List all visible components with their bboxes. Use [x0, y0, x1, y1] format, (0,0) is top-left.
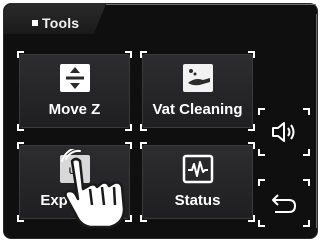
corner-bracket: [140, 51, 147, 58]
corner-bracket: [303, 108, 310, 115]
page-title: Tools: [42, 15, 80, 31]
vat-cleaning-button[interactable]: Vat Cleaning: [142, 54, 253, 128]
speaker-icon: [272, 122, 295, 142]
corner-bracket: [140, 124, 147, 131]
status-label: Status: [174, 192, 221, 209]
corner-bracket: [258, 220, 265, 227]
corner-bracket: [125, 142, 132, 149]
corner-bracket: [140, 215, 147, 222]
status-button[interactable]: Status: [142, 145, 253, 219]
corner-bracket: [248, 142, 255, 149]
frame-line-right: [316, 14, 317, 228]
vat-cleaning-icon: [181, 63, 215, 93]
corner-bracket: [17, 142, 24, 149]
corner-bracket: [248, 215, 255, 222]
corner-bracket: [258, 179, 265, 186]
corner-bracket: [303, 149, 310, 156]
status-waveform-icon: [181, 154, 215, 184]
corner-bracket: [258, 149, 265, 156]
corner-bracket: [248, 51, 255, 58]
back-button[interactable]: [258, 179, 310, 227]
title-bullet: [32, 20, 38, 26]
corner-bracket: [17, 124, 24, 131]
corner-bracket: [303, 220, 310, 227]
move-z-icon: [58, 63, 92, 93]
move-z-button[interactable]: Move Z: [19, 54, 130, 128]
sound-button[interactable]: [258, 108, 310, 156]
corner-bracket: [140, 142, 147, 149]
corner-bracket: [17, 51, 24, 58]
corner-bracket: [303, 179, 310, 186]
corner-bracket: [248, 124, 255, 131]
tap-hand-icon: [61, 149, 126, 229]
frame-line-top: [106, 4, 316, 5]
move-z-label: Move Z: [48, 101, 101, 118]
corner-bracket: [125, 124, 132, 131]
corner-bracket: [125, 51, 132, 58]
tools-screen: Tools Move Z Vat Cleaning Status: [3, 3, 318, 239]
back-arrow-icon: [272, 194, 297, 213]
vat-cleaning-label: Vat Cleaning: [152, 101, 243, 118]
corner-bracket: [17, 215, 24, 222]
corner-bracket: [258, 108, 265, 115]
